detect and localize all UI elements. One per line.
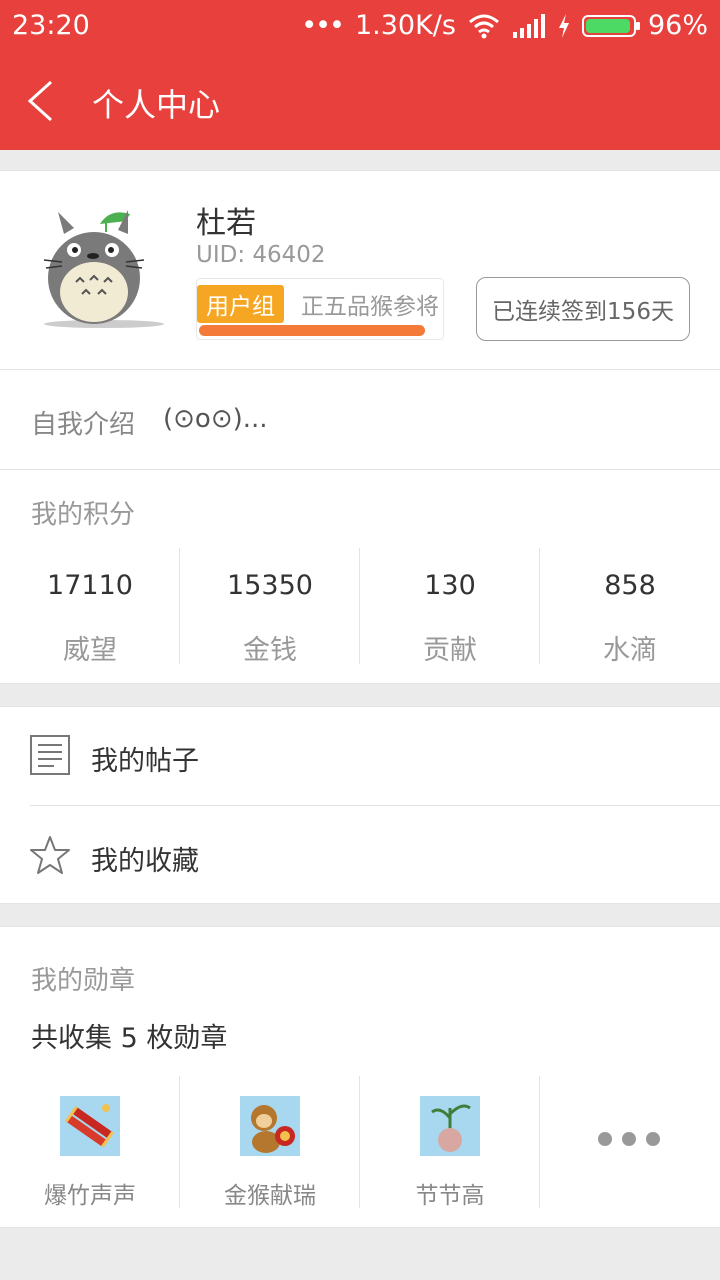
self-intro-value: (⊙o⊙)... xyxy=(163,404,268,434)
network-speed: 1.30K/s xyxy=(354,10,456,41)
page-title: 个人中心 xyxy=(92,86,221,124)
points-item: 130 贡献 xyxy=(360,548,540,666)
medal-item[interactable]: 爆竹声声 xyxy=(0,1076,180,1209)
medal-item[interactable]: 节节高 xyxy=(360,1076,540,1209)
medal-label: 节节高 xyxy=(415,1183,485,1209)
chevron-left-icon xyxy=(27,80,53,122)
self-intro-label: 自我介绍 xyxy=(31,410,136,440)
my-favorites-label: 我的收藏 xyxy=(91,846,199,877)
medal-item[interactable]: 金猴献瑞 xyxy=(180,1076,360,1209)
points-value: 17110 xyxy=(47,570,133,601)
document-icon xyxy=(30,735,70,775)
charging-bolt-icon xyxy=(558,13,569,38)
medal-label: 爆竹声声 xyxy=(44,1183,136,1209)
status-time: 23:20 xyxy=(12,10,90,41)
avatar[interactable] xyxy=(40,204,164,334)
points-label: 金钱 xyxy=(243,635,297,666)
status-bar: 23:20 ••• 1.30K/s 96% xyxy=(0,0,720,52)
points-item: 17110 威望 xyxy=(0,548,180,666)
battery-icon xyxy=(581,14,640,37)
profile-card: 杜若 UID: 46402 用户组 正五品猴参将 已连续签到156天 xyxy=(0,170,720,370)
medals-title: 我的勋章 xyxy=(31,966,136,996)
user-group-name: 正五品猴参将 xyxy=(301,294,439,320)
back-button[interactable] xyxy=(18,76,68,126)
self-intro-row[interactable]: 自我介绍 (⊙o⊙)... xyxy=(0,370,720,470)
medal-label: 金猴献瑞 xyxy=(224,1183,316,1209)
more-notifications-icon: ••• xyxy=(301,10,345,41)
wifi-icon xyxy=(469,14,499,38)
points-label: 贡献 xyxy=(423,635,477,666)
firecracker-icon xyxy=(60,1096,120,1156)
bamboo-plant-icon xyxy=(420,1096,480,1156)
points-item: 858 水滴 xyxy=(540,548,720,666)
golden-monkey-icon xyxy=(240,1096,300,1156)
points-value: 130 xyxy=(424,570,476,601)
user-group: 用户组 正五品猴参将 xyxy=(196,278,444,340)
my-posts-item[interactable]: 我的帖子 xyxy=(0,706,720,805)
points-value: 15350 xyxy=(227,570,313,601)
star-icon xyxy=(30,836,70,874)
points-item: 15350 金钱 xyxy=(180,548,360,666)
points-section: 我的积分 17110 威望 15350 金钱 130 贡献 858 水滴 xyxy=(0,470,720,684)
medals-section: 我的勋章 共收集 5 枚勋章 爆竹声声 金猴献瑞 节节高 xyxy=(0,926,720,1228)
user-group-tag: 用户组 xyxy=(197,285,284,323)
my-favorites-item[interactable]: 我的收藏 xyxy=(0,806,720,905)
points-label: 威望 xyxy=(63,635,117,666)
my-posts-label: 我的帖子 xyxy=(91,746,199,777)
checkin-button[interactable]: 已连续签到156天 xyxy=(476,277,690,341)
points-label: 水滴 xyxy=(603,635,657,666)
medals-count: 共收集 5 枚勋章 xyxy=(31,1023,228,1054)
menu-section: 我的帖子 我的收藏 xyxy=(0,706,720,904)
user-id: UID: 46402 xyxy=(196,242,326,268)
points-title: 我的积分 xyxy=(31,500,136,530)
username: 杜若 xyxy=(196,206,256,241)
level-progress-bar xyxy=(199,325,426,336)
more-dots-icon[interactable] xyxy=(598,1132,660,1146)
signal-icon xyxy=(512,13,545,38)
points-value: 858 xyxy=(604,570,656,601)
app-bar: 个人中心 xyxy=(0,52,720,150)
status-right: ••• 1.30K/s 96% xyxy=(301,10,708,41)
battery-percent: 96% xyxy=(647,10,708,41)
